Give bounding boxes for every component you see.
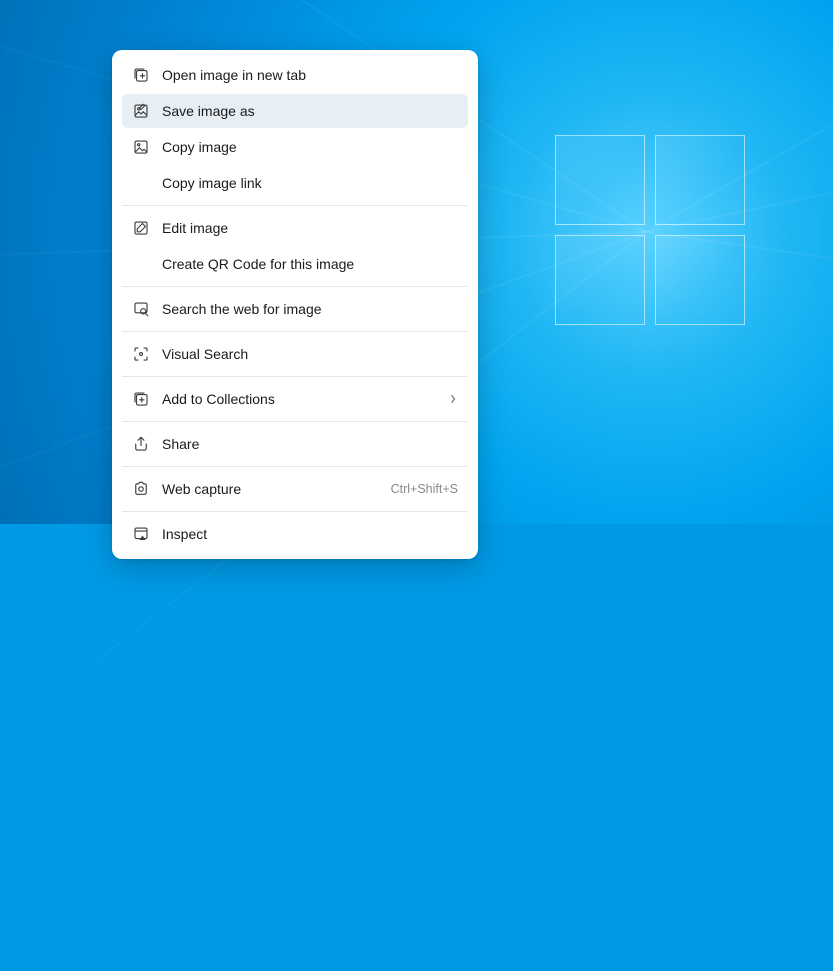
separator xyxy=(122,511,468,512)
menu-item-label: Edit image xyxy=(162,220,458,236)
menu-item-open-image-new-tab[interactable]: Open image in new tab xyxy=(122,58,468,92)
chevron-right-icon xyxy=(448,394,458,404)
share-icon xyxy=(128,435,154,453)
menu-item-copy-image-link[interactable]: Copy image link xyxy=(122,166,468,200)
menu-item-label: Copy image link xyxy=(162,175,458,191)
menu-item-label: Add to Collections xyxy=(162,391,448,407)
menu-item-label: Copy image xyxy=(162,139,458,155)
menu-item-save-image-as[interactable]: Save image as xyxy=(122,94,468,128)
menu-item-label: Save image as xyxy=(162,103,458,119)
separator xyxy=(122,421,468,422)
separator xyxy=(122,331,468,332)
search-image-icon xyxy=(128,300,154,318)
separator xyxy=(122,205,468,206)
menu-item-inspect[interactable]: Inspect xyxy=(122,517,468,551)
menu-item-add-to-collections[interactable]: Add to Collections xyxy=(122,382,468,416)
copy-image-icon xyxy=(128,138,154,156)
menu-item-shortcut: Ctrl+Shift+S xyxy=(391,482,458,496)
menu-item-label: Create QR Code for this image xyxy=(162,256,458,272)
menu-item-label: Visual Search xyxy=(162,346,458,362)
collections-icon xyxy=(128,390,154,408)
edit-image-icon xyxy=(128,219,154,237)
menu-item-label: Web capture xyxy=(162,481,383,497)
separator xyxy=(122,466,468,467)
visual-search-icon xyxy=(128,345,154,363)
new-tab-icon xyxy=(128,66,154,84)
menu-item-create-qr[interactable]: Create QR Code for this image xyxy=(122,247,468,281)
windows-logo xyxy=(555,135,745,325)
menu-item-edit-image[interactable]: Edit image xyxy=(122,211,468,245)
menu-item-copy-image[interactable]: Copy image xyxy=(122,130,468,164)
menu-item-label: Search the web for image xyxy=(162,301,458,317)
menu-item-visual-search[interactable]: Visual Search xyxy=(122,337,468,371)
inspect-icon xyxy=(128,525,154,543)
menu-item-search-web[interactable]: Search the web for image xyxy=(122,292,468,326)
menu-item-web-capture[interactable]: Web capture Ctrl+Shift+S xyxy=(122,472,468,506)
menu-item-label: Share xyxy=(162,436,458,452)
save-image-icon xyxy=(128,102,154,120)
separator xyxy=(122,286,468,287)
separator xyxy=(122,376,468,377)
web-capture-icon xyxy=(128,480,154,498)
menu-item-label: Open image in new tab xyxy=(162,67,458,83)
context-menu: Open image in new tab Save image as Copy… xyxy=(112,50,478,559)
menu-item-share[interactable]: Share xyxy=(122,427,468,461)
menu-item-label: Inspect xyxy=(162,526,458,542)
